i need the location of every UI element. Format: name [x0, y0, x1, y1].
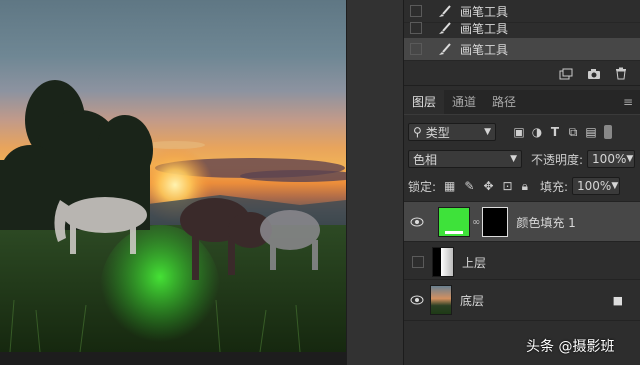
smart-object-filter-icon[interactable]: ▤: [582, 125, 600, 139]
canvas-status-bar: [0, 352, 346, 365]
history-checkbox[interactable]: [410, 5, 422, 17]
history-item-label: 画笔工具: [460, 21, 509, 36]
camera-icon[interactable]: [587, 68, 601, 80]
layer-row-background[interactable]: 底层 ■: [404, 279, 640, 321]
right-panel: 画笔工具 画笔工具 画笔工具 图层 通道 路径 ≡ ⚲ 类型 ▼ ▣ ◑ T ⧉…: [403, 0, 640, 365]
lock-image-pixels-icon[interactable]: ✎: [464, 179, 474, 193]
shape-filter-icon[interactable]: ⧉: [564, 125, 582, 140]
photo-image: [0, 0, 346, 352]
fill-input[interactable]: 100% ▼: [572, 177, 621, 195]
search-icon: ⚲: [413, 125, 422, 139]
opacity-label: 不透明度:: [531, 152, 584, 167]
lock-transparent-pixels-icon[interactable]: ▦: [444, 179, 455, 193]
fill-label: 填充:: [539, 179, 569, 194]
blend-mode-value: 色相: [413, 152, 438, 167]
lock-artboard-icon[interactable]: ⊡: [503, 179, 513, 193]
opacity-value: 100%: [592, 152, 627, 166]
layer-name: 底层: [460, 293, 485, 308]
brush-icon: [439, 5, 451, 17]
layer-mask-thumbnail[interactable]: [482, 207, 509, 237]
chevron-down-icon: ▼: [484, 127, 491, 137]
history-toolbar: [404, 62, 640, 86]
tab-paths[interactable]: 路径: [484, 90, 524, 114]
image-filter-icon[interactable]: ▣: [510, 125, 528, 139]
chevron-down-icon: ▼: [510, 154, 517, 164]
blend-opacity-row: 色相 ▼ 不透明度: 100% ▼: [408, 148, 640, 170]
history-checkbox[interactable]: [410, 43, 422, 55]
lock-fill-row: 锁定: ▦ ✎ ✥ ⊡ 🔒︎ 填充: 100% ▼: [408, 175, 640, 197]
history-checkbox[interactable]: [410, 22, 422, 34]
layer-filter-row: ⚲ 类型 ▼ ▣ ◑ T ⧉ ▤: [408, 121, 640, 143]
panel-divider: [346, 0, 404, 365]
type-filter-icon[interactable]: T: [546, 125, 564, 139]
layer-filter-dropdown[interactable]: ⚲ 类型 ▼: [408, 123, 496, 141]
chain-link-icon[interactable]: ∞: [472, 217, 480, 228]
lock-icon: ■: [612, 293, 623, 307]
history-item-selected[interactable]: 画笔工具: [404, 38, 640, 61]
layer-thumbnail: [432, 247, 454, 277]
layer-name: 上层: [462, 255, 487, 270]
history-item[interactable]: 画笔工具: [404, 17, 640, 40]
visibility-eye-icon[interactable]: [404, 217, 430, 227]
filter-toggle-icon[interactable]: [604, 125, 612, 139]
layer-row-color-fill[interactable]: ∞ 颜色填充 1: [404, 201, 640, 242]
trash-icon[interactable]: [615, 67, 627, 80]
layer-row-upper[interactable]: 上层: [404, 241, 640, 282]
lock-label: 锁定:: [408, 179, 437, 194]
visibility-toggle[interactable]: [412, 256, 424, 268]
lock-all-icon[interactable]: 🔒︎: [522, 179, 528, 194]
history-item-label: 画笔工具: [460, 42, 509, 57]
layers-panel-tabs: 图层 通道 路径 ≡: [404, 90, 640, 115]
brush-icon: [439, 22, 451, 34]
adjustment-filter-icon[interactable]: ◑: [528, 125, 546, 139]
document-canvas[interactable]: [0, 0, 346, 365]
blend-mode-dropdown[interactable]: 色相 ▼: [408, 150, 522, 168]
panel-menu-icon[interactable]: ≡: [615, 90, 640, 114]
visibility-eye-icon[interactable]: [404, 295, 430, 305]
layer-name: 颜色填充 1: [516, 215, 576, 230]
layer-thumbnail: [430, 285, 452, 315]
fill-value: 100%: [577, 179, 612, 193]
watermark: 头条 @摄影班: [526, 339, 615, 355]
tab-channels[interactable]: 通道: [444, 90, 484, 114]
chevron-down-icon: ▼: [611, 181, 619, 191]
layer-filter-value: 类型: [425, 125, 450, 140]
opacity-input[interactable]: 100% ▼: [587, 150, 636, 168]
lock-position-icon[interactable]: ✥: [483, 179, 493, 193]
new-document-from-state-icon[interactable]: [559, 68, 573, 80]
brush-icon: [439, 43, 451, 55]
tab-layers[interactable]: 图层: [404, 90, 445, 114]
chevron-down-icon: ▼: [626, 154, 634, 164]
layer-thumbnail: [438, 207, 470, 237]
